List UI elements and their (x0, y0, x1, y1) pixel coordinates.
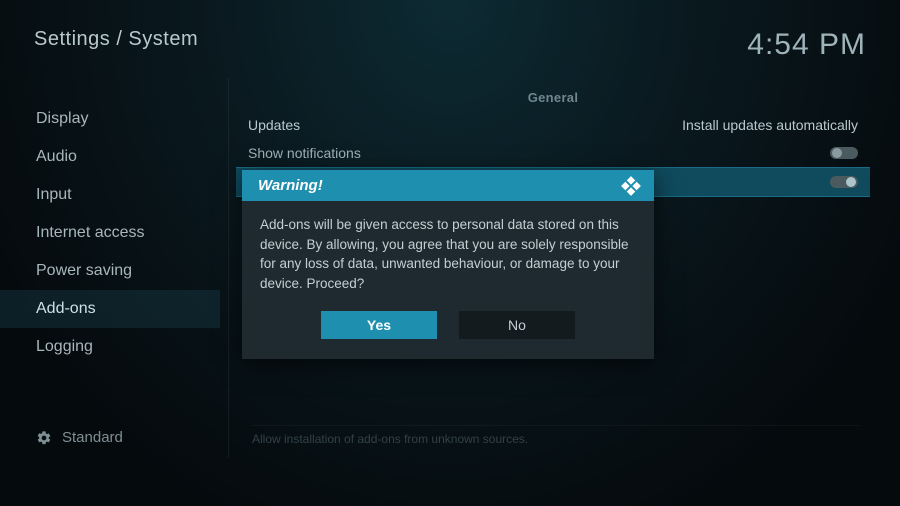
sidebar-item-audio[interactable]: Audio (0, 138, 220, 176)
warning-dialog-actions: Yes No (242, 303, 654, 359)
no-button[interactable]: No (459, 311, 575, 339)
sidebar-item-power-saving[interactable]: Power saving (0, 252, 220, 290)
sidebar-item-logging[interactable]: Logging (0, 328, 220, 366)
clock: 4:54 PM (747, 28, 866, 62)
toggle-unknown-sources[interactable] (830, 176, 858, 188)
kodi-icon (621, 176, 641, 196)
warning-dialog: Warning! Add-ons will be given access to… (242, 170, 654, 359)
section-header-general: General (236, 80, 870, 111)
settings-level-label: Standard (62, 429, 123, 446)
row-show-notifications-label: Show notifications (248, 145, 361, 161)
toggle-show-notifications[interactable] (830, 147, 858, 159)
row-updates[interactable]: Updates Install updates automatically (236, 111, 870, 139)
sidebar: Display Audio Input Internet access Powe… (0, 100, 220, 366)
sidebar-item-display[interactable]: Display (0, 100, 220, 138)
sidebar-item-input[interactable]: Input (0, 176, 220, 214)
row-show-notifications[interactable]: Show notifications (236, 139, 870, 167)
sidebar-item-internet-access[interactable]: Internet access (0, 214, 220, 252)
settings-level-selector[interactable]: Standard (36, 429, 123, 446)
warning-dialog-titlebar: Warning! (242, 170, 654, 201)
sidebar-item-add-ons[interactable]: Add-ons (0, 290, 220, 328)
row-updates-value: Install updates automatically (682, 117, 858, 133)
divider (228, 78, 229, 458)
row-updates-label: Updates (248, 117, 300, 133)
gear-icon (36, 430, 52, 446)
setting-description: Allow installation of add-ons from unkno… (252, 425, 860, 446)
yes-button[interactable]: Yes (321, 311, 437, 339)
warning-dialog-title: Warning! (258, 177, 323, 194)
breadcrumb: Settings / System (34, 28, 198, 51)
warning-dialog-body: Add-ons will be given access to personal… (242, 201, 654, 303)
